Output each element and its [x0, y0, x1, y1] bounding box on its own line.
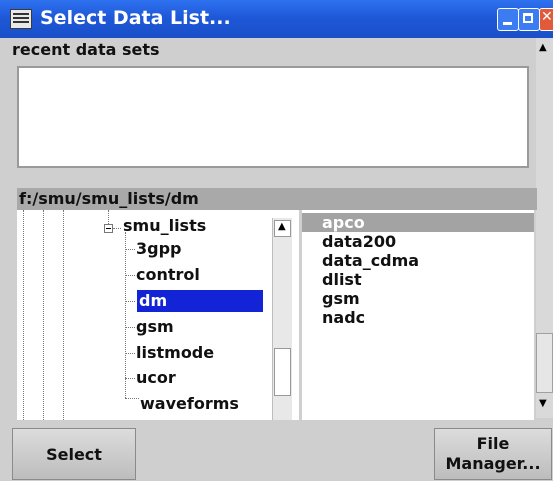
file-item-dlist[interactable]: dlist — [322, 270, 362, 289]
tree-connector — [125, 353, 135, 354]
file-item-nadc[interactable]: nadc — [322, 308, 365, 327]
file-list[interactable]: apco data200 data_cdma dlist gsm nadc — [302, 210, 534, 422]
tree-connector — [125, 327, 135, 328]
tree-scrollbar[interactable] — [272, 218, 292, 420]
file-item-data-cdma[interactable]: data_cdma — [322, 251, 419, 270]
tree-item-3gpp[interactable]: 3gpp — [136, 239, 182, 258]
tree-guide-line — [108, 210, 109, 224]
file-manager-label-line1: File — [476, 434, 510, 453]
tree-connector — [125, 301, 135, 302]
tree-item-ucor[interactable]: ucor — [136, 368, 176, 387]
maximize-button[interactable] — [518, 8, 540, 31]
minimize-button[interactable] — [497, 8, 519, 31]
tree-scroll-up-icon[interactable] — [274, 220, 291, 237]
tree-connector — [113, 228, 121, 229]
collapse-icon[interactable] — [104, 224, 113, 233]
file-item-data200[interactable]: data200 — [322, 232, 396, 251]
file-item-apco[interactable]: apco — [302, 213, 534, 232]
tree-guide-line — [23, 210, 24, 422]
recent-data-sets-list[interactable] — [17, 66, 529, 168]
tree-guide-line — [43, 210, 44, 422]
tree-connector — [125, 378, 135, 379]
tree-guide-line — [125, 232, 126, 398]
select-button[interactable]: Select — [12, 428, 136, 480]
dialog-scrollbar[interactable] — [536, 38, 553, 418]
tree-item-listmode[interactable]: listmode — [136, 343, 214, 362]
close-button[interactable] — [539, 8, 553, 31]
recent-data-sets-label: recent data sets — [12, 40, 160, 59]
file-manager-label-line2: Manager... — [445, 454, 541, 473]
tree-connector — [125, 249, 135, 250]
scroll-down-icon[interactable] — [536, 398, 553, 415]
tree-item-dm[interactable]: dm — [136, 289, 264, 313]
tree-item-gsm[interactable]: gsm — [136, 317, 174, 336]
tree-connector — [125, 398, 139, 399]
tree-item-control[interactable]: control — [136, 265, 200, 284]
window-icon — [10, 9, 32, 29]
scroll-up-icon[interactable] — [536, 42, 553, 59]
scroll-thumb[interactable] — [536, 333, 553, 393]
tree-connector — [125, 275, 135, 276]
tree-guide-line — [63, 210, 64, 422]
title-bar[interactable]: Select Data List... — [0, 0, 553, 38]
window-title: Select Data List... — [40, 7, 231, 29]
select-data-list-dialog: Select Data List... recent data sets f:/… — [0, 0, 553, 481]
current-path: f:/smu/smu_lists/dm — [17, 188, 537, 210]
tree-item-smu-lists[interactable]: smu_lists — [123, 216, 206, 235]
directory-tree[interactable]: smu_lists 3gpp control dm gsm listmode u… — [17, 210, 299, 422]
file-item-gsm[interactable]: gsm — [322, 289, 360, 308]
file-manager-button[interactable]: File Manager... — [434, 428, 552, 480]
tree-scroll-thumb[interactable] — [274, 348, 291, 396]
tree-item-waveforms[interactable]: waveforms — [140, 394, 239, 413]
